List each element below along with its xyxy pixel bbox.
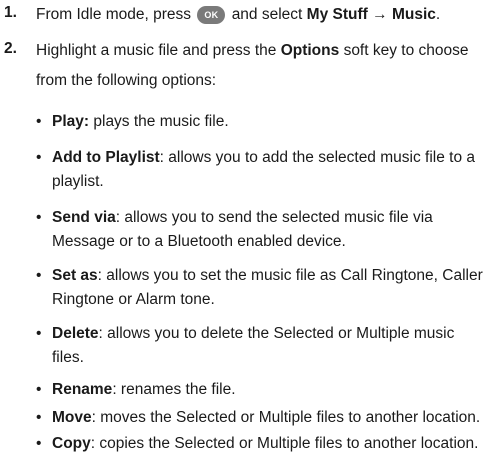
ok-key-icon: OK (197, 6, 226, 24)
option-desc-cont: Message or to a Bluetooth enabled device… (52, 233, 346, 250)
step-text-part: and select (231, 6, 303, 23)
bullet-icon: • (36, 113, 42, 130)
option-desc: : moves the Selected or Multiple files t… (91, 409, 481, 426)
option-name: Copy (52, 435, 91, 452)
bullet-icon: • (36, 435, 42, 452)
option-desc: : allows you to delete the Selected or M… (98, 325, 455, 342)
step-text-part: Highlight a music file and press the (36, 42, 277, 59)
arrow-right-icon: → (367, 6, 392, 23)
step-number: 2. (4, 40, 17, 57)
option-desc: : renames the file. (112, 381, 236, 398)
option-name: Delete (52, 325, 99, 342)
option-desc: plays the music file. (93, 113, 229, 130)
option-desc-cont: Ringtone or Alarm tone. (52, 291, 215, 308)
options-softkey-label: Options (280, 42, 340, 59)
option-desc-cont: playlist. (52, 173, 104, 190)
step-text-part: soft key to choose (343, 42, 469, 59)
bullet-icon: • (36, 409, 42, 426)
step-text-part: . (435, 6, 441, 23)
step-text-part: From Idle mode, press (36, 6, 192, 23)
menu-path-music: Music (391, 6, 436, 23)
option-desc: : allows you to send the selected music … (115, 209, 433, 226)
bullet-icon: • (36, 209, 42, 226)
option-desc: : allows you to add the selected music f… (159, 149, 475, 166)
menu-path-my-stuff: My Stuff (306, 6, 368, 23)
option-desc: : copies the Selected or Multiple files … (90, 435, 479, 452)
bullet-icon: • (36, 267, 42, 284)
option-name: Add to Playlist (52, 149, 160, 166)
option-name: Move (52, 409, 92, 426)
step-text: Highlight a music file and press the Opt… (36, 36, 498, 96)
bullet-icon: • (36, 325, 42, 342)
option-name: Play: (52, 113, 90, 130)
bullet-icon: • (36, 149, 42, 166)
bullet-icon: • (36, 381, 42, 398)
step-text: From Idle mode, press OK and select My S… (36, 0, 498, 30)
option-desc: : allows you to set the music file as Ca… (97, 267, 483, 284)
option-name: Rename (52, 381, 113, 398)
option-name: Send via (52, 209, 116, 226)
option-name: Set as (52, 267, 98, 284)
step-number: 1. (4, 4, 17, 21)
step-text-part: from the following options: (36, 72, 217, 89)
option-desc-cont: files. (52, 349, 84, 366)
